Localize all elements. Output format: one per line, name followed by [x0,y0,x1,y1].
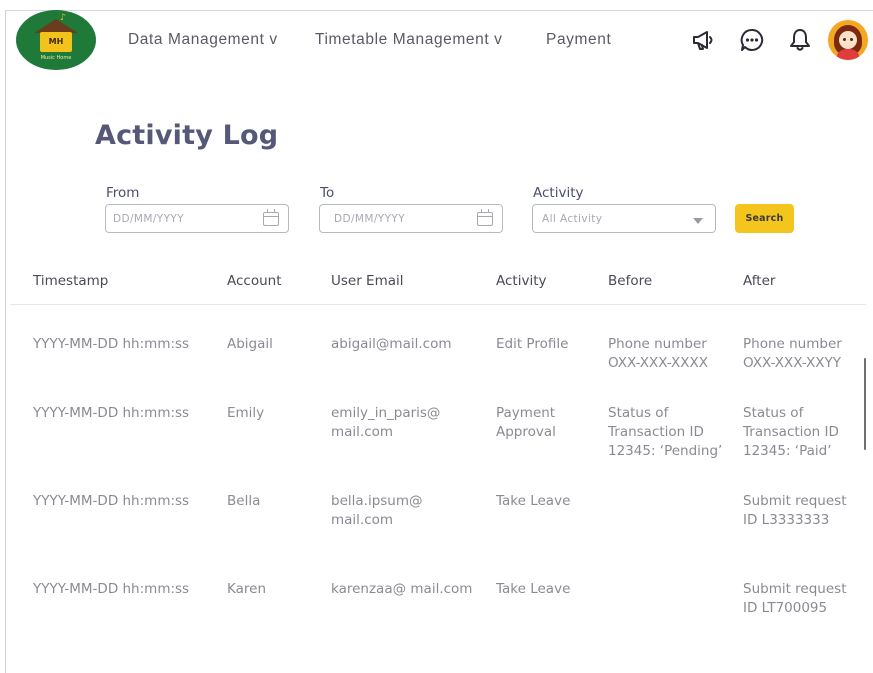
search-button[interactable]: Search [735,204,794,233]
music-home-logo[interactable]: ♪ MH Music Home [16,10,96,70]
to-date-input[interactable]: DD/MM/YYYY [319,204,503,233]
column-header-user-email[interactable]: User Email [331,273,404,289]
vertical-scrollbar[interactable] [864,358,866,450]
column-header-activity[interactable]: Activity [496,273,547,289]
to-label: To [320,185,335,201]
logo-initials: MH [40,32,72,52]
activity-selected-value: All Activity [542,213,603,225]
megaphone-icon[interactable] [690,27,716,53]
cell-account: Bella [227,493,261,509]
activity-select[interactable]: All Activity [532,204,716,233]
cell-after: Submit request ID LT700095 [743,581,847,616]
cell-timestamp: YYYY-MM-DD hh:mm:ss [33,336,190,352]
from-date-input[interactable]: DD/MM/YYYY [105,204,289,233]
cell-email: karenzaa@ mail.com [331,581,473,597]
cell-before: Phone number OXX-XXX-XXXX [608,336,709,371]
calendar-icon[interactable] [477,209,493,226]
activity-label: Activity [533,185,584,201]
cell-account: Emily [227,405,265,421]
house-roof-icon [34,19,78,33]
cell-email: bella.ipsum@ mail.com [331,493,423,528]
cell-email: emily_in_paris@ mail.com [331,405,441,440]
cell-account: Karen [227,581,267,597]
chevron-down-icon [693,218,703,224]
to-date-placeholder: DD/MM/YYYY [334,213,406,225]
cell-timestamp: YYYY-MM-DD hh:mm:ss [33,405,190,421]
from-label: From [106,185,140,201]
from-date-placeholder: DD/MM/YYYY [113,213,185,225]
column-header-timestamp[interactable]: Timestamp [33,273,108,289]
cell-after: Phone number OXX-XXX-XXYY [743,336,842,371]
column-header-account[interactable]: Account [227,273,282,289]
page-title: Activity Log [95,120,279,151]
chat-icon[interactable] [739,27,765,53]
nav-timetable-management[interactable]: Timetable Management v [315,31,503,49]
cell-timestamp: YYYY-MM-DD hh:mm:ss [33,493,190,509]
table-header-divider [10,304,866,305]
bell-icon[interactable] [787,27,813,53]
cell-activity: Payment Approval [496,405,556,440]
cell-timestamp: YYYY-MM-DD hh:mm:ss [33,581,190,597]
logo-tagline: Music Home [40,55,72,61]
nav-payment[interactable]: Payment [546,31,611,49]
column-header-before[interactable]: Before [608,273,652,289]
cell-activity: Take Leave [496,581,571,597]
calendar-icon[interactable] [263,209,279,226]
user-avatar[interactable] [828,20,868,60]
cell-after: Status of Transaction ID 12345: ‘Paid’ [743,405,839,459]
cell-before: Status of Transaction ID 12345: ‘Pending’ [608,405,723,459]
nav-data-management[interactable]: Data Management v [128,31,278,49]
cell-email: abigail@mail.com [331,336,452,352]
cell-activity: Take Leave [496,493,571,509]
cell-activity: Edit Profile [496,336,569,352]
column-header-after[interactable]: After [743,273,775,289]
cell-after: Submit request ID L3333333 [743,493,847,528]
cell-account: Abigail [227,336,273,352]
